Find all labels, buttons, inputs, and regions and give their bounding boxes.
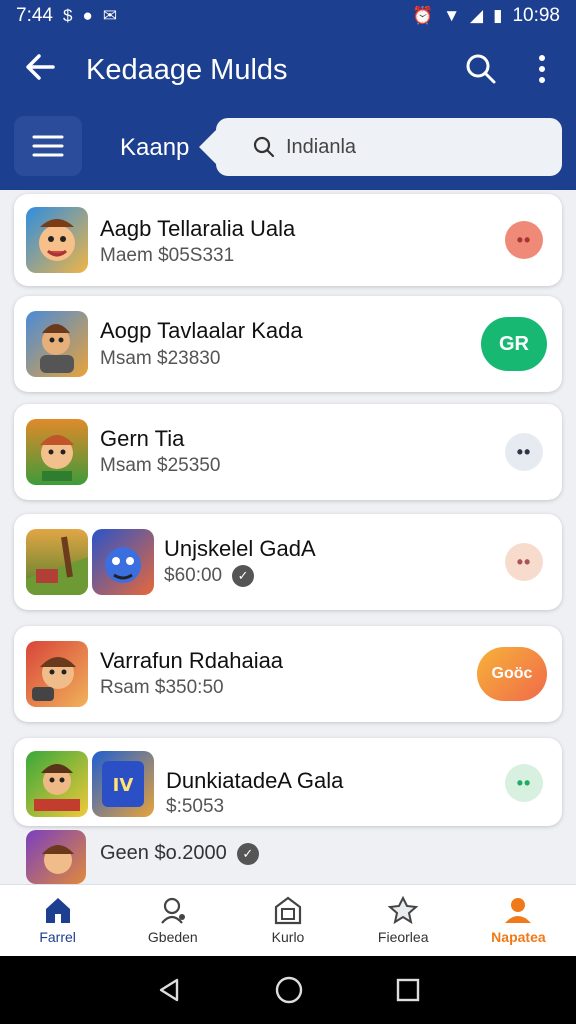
item-title: Aogp Tavlaalar Kada (100, 318, 303, 343)
list-item[interactable]: Gern Tia Msam $25350 •• (14, 404, 562, 500)
list-item[interactable]: Aogp Tavlaalar Kada Msam $23830 GR (14, 296, 562, 392)
bottom-navigation: Farrel Gbeden Kurlo Fieorlea Napatea (0, 884, 576, 956)
nav-item-favorites[interactable]: Fieorlea (346, 885, 461, 956)
item-title: Gern Tia (100, 426, 185, 451)
more-options-button[interactable]: •• (505, 764, 543, 802)
more-options-button[interactable]: •• (505, 433, 543, 471)
get-button[interactable]: GR (481, 317, 547, 371)
signal-icon: ◢ (470, 6, 484, 25)
category-label[interactable]: Kaanp (120, 134, 189, 162)
store-icon (274, 896, 302, 925)
item-title: Unjskelel GadA (164, 536, 316, 561)
item-price: $60:00 (164, 565, 223, 587)
app-bar: Kedaage Mulds (0, 40, 576, 100)
list-item[interactable]: Aagb Tellaralia Uala Maem $05S331 •• (14, 194, 562, 286)
home-icon (45, 898, 70, 923)
game-thumbnail (26, 751, 88, 817)
profile-icon (505, 898, 532, 923)
status-time: 7:44 (16, 5, 53, 26)
game-thumbnail (26, 830, 86, 884)
item-price-row: Geen $o.2000 ✓ (100, 842, 259, 865)
game-thumbnail (26, 641, 88, 707)
svg-text:IV: IV (113, 775, 134, 796)
top-app-bar: 7:44 $ ● ✉ ⏰ ▼ ◢ ▮ 10:98 Kedaage Mulds K… (0, 0, 576, 190)
recents-square-icon[interactable] (395, 977, 421, 1003)
nav-label: Farrel (39, 929, 76, 945)
more-options-button[interactable]: •• (505, 221, 543, 259)
status-clock: 10:98 (512, 5, 560, 26)
list-item[interactable]: IV DunkiatadeA Gala $:5053 •• (14, 738, 562, 826)
status-bar: 7:44 $ ● ✉ ⏰ ▼ ◢ ▮ 10:98 (0, 0, 576, 32)
wifi-icon: ▼ (443, 6, 461, 25)
verified-icon: ✓ (236, 842, 259, 865)
search-field-icon (253, 136, 275, 158)
hamburger-icon (32, 135, 64, 157)
nav-item-profile[interactable]: Napatea (461, 885, 576, 956)
action-button[interactable]: Goöc (477, 647, 547, 701)
item-title: Varrafun Rdahaiaa (100, 648, 284, 673)
item-price: Msam $23830 (100, 348, 221, 369)
item-price: Msam $25350 (100, 455, 221, 476)
nav-item-store[interactable]: Kurlo (230, 885, 345, 956)
nav-label: Gbeden (147, 929, 198, 945)
item-price: Geen $o.2000 (100, 842, 227, 864)
page-title: Kedaage Mulds (86, 54, 288, 86)
nav-label: Kurlo (271, 929, 305, 945)
home-circle-icon[interactable] (274, 975, 304, 1005)
system-navigation-bar (0, 956, 576, 1024)
filter-bar: Kaanp Indianla (0, 112, 576, 182)
notification-icon: $ (62, 6, 73, 25)
nav-item-people[interactable]: Gbeden (115, 885, 230, 956)
battery-icon: ▮ (493, 6, 503, 25)
item-price: Maem $05S331 (100, 245, 235, 266)
list-item[interactable]: Varrafun Rdahaiaa Rsam $350:50 Goöc (14, 626, 562, 722)
game-thumbnail: IV (92, 751, 154, 817)
list-item[interactable]: Unjskelel GadA $60:00 ✓ •• (14, 514, 562, 610)
back-arrow-icon[interactable] (22, 50, 58, 86)
more-options-button[interactable]: •• (505, 543, 543, 581)
nav-label: Napatea (491, 929, 546, 945)
alarm-icon: ⏰ (412, 6, 434, 25)
nav-item-home[interactable]: Farrel (0, 885, 115, 956)
user-pin-icon (160, 897, 185, 924)
verified-icon: ✓ (232, 565, 255, 587)
messenger-icon: ● (82, 6, 93, 25)
menu-button[interactable] (14, 116, 82, 176)
more-vert-icon[interactable] (530, 52, 554, 86)
list-item[interactable]: Geen $o.2000 ✓ (0, 830, 576, 884)
search-icon[interactable] (464, 52, 498, 86)
game-thumbnail (26, 419, 88, 485)
game-thumbnail (26, 311, 88, 377)
star-house-icon (387, 895, 419, 925)
game-thumbnail (26, 529, 88, 595)
game-thumbnail (26, 207, 88, 273)
item-title: Aagb Tellaralia Uala (100, 216, 296, 241)
search-input[interactable]: Indianla (216, 118, 562, 176)
item-price-row: $60:00 ✓ (164, 565, 255, 587)
item-price: Rsam $350:50 (100, 677, 224, 698)
game-thumbnail (92, 529, 154, 595)
item-price: $:5053 (166, 796, 225, 817)
back-triangle-icon[interactable] (155, 976, 183, 1004)
search-value: Indianla (286, 135, 357, 158)
item-title: DunkiatadeA Gala (166, 768, 344, 793)
mail-icon: ✉ (102, 6, 117, 25)
nav-label: Fieorlea (377, 929, 429, 945)
